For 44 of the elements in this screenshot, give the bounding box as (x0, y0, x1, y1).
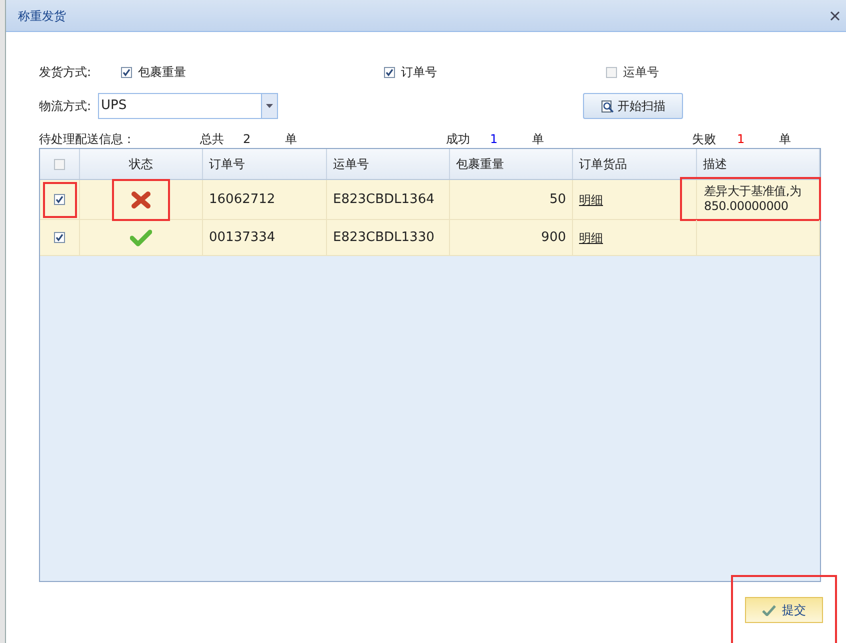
details-link[interactable]: 明细 (579, 190, 603, 208)
option-label: 包裹重量 (138, 64, 186, 81)
logistics-select[interactable]: UPS (98, 93, 278, 119)
table-cell-text: E823CBDL1330 (333, 228, 434, 247)
summary-text: 单 (532, 131, 544, 148)
column-header[interactable]: 描述 (697, 149, 820, 179)
submit-button[interactable]: 提交 (745, 597, 823, 623)
option-label: 订单号 (401, 64, 437, 81)
summary-text: 失败 (692, 131, 716, 148)
field-label: 发货方式: (39, 64, 92, 81)
details-link[interactable]: 明细 (579, 228, 603, 246)
column-header[interactable]: 状态 (80, 149, 203, 179)
table-cell-text: E823CBDL1364 (333, 190, 434, 209)
column-header[interactable]: 运单号 (327, 149, 450, 179)
column-header[interactable]: 订单号 (203, 149, 327, 179)
checkbox[interactable] (121, 66, 132, 78)
summary-text: 1 (490, 131, 498, 148)
option-label: 运单号 (623, 64, 659, 81)
checkbox[interactable] (54, 158, 65, 170)
summary-text: 单 (285, 131, 297, 148)
summary-text: 成功 (446, 131, 470, 148)
table-cell-text: 16062712 (209, 190, 276, 209)
summary-text: 2 (243, 131, 251, 148)
table-cell-text: 00137334 (209, 228, 276, 247)
column-header[interactable]: 订单货品 (573, 149, 697, 179)
checkbox[interactable] (54, 194, 65, 205)
close-icon[interactable] (830, 10, 840, 20)
checkbox[interactable] (54, 232, 65, 243)
field-label: 物流方式: (39, 98, 92, 115)
search-icon (600, 100, 614, 112)
checkbox[interactable] (606, 66, 617, 78)
checkbox[interactable] (384, 66, 395, 78)
summary-text: 单 (779, 131, 791, 148)
window-title: 称重发货 (18, 8, 66, 24)
table-cell-text: 900 (541, 228, 566, 247)
check-icon (762, 604, 776, 616)
summary-text: 总共 (200, 131, 224, 148)
description-text: 差异大于基准值,为850.00000000 (704, 184, 802, 214)
summary-text: 1 (737, 131, 745, 148)
summary-text: 待处理配送信息： (39, 131, 135, 148)
scan-button[interactable]: 开始扫描 (583, 93, 683, 119)
column-header[interactable]: 包裹重量 (450, 149, 573, 179)
caret-icon (266, 104, 273, 108)
table-cell-text: 50 (549, 190, 566, 209)
